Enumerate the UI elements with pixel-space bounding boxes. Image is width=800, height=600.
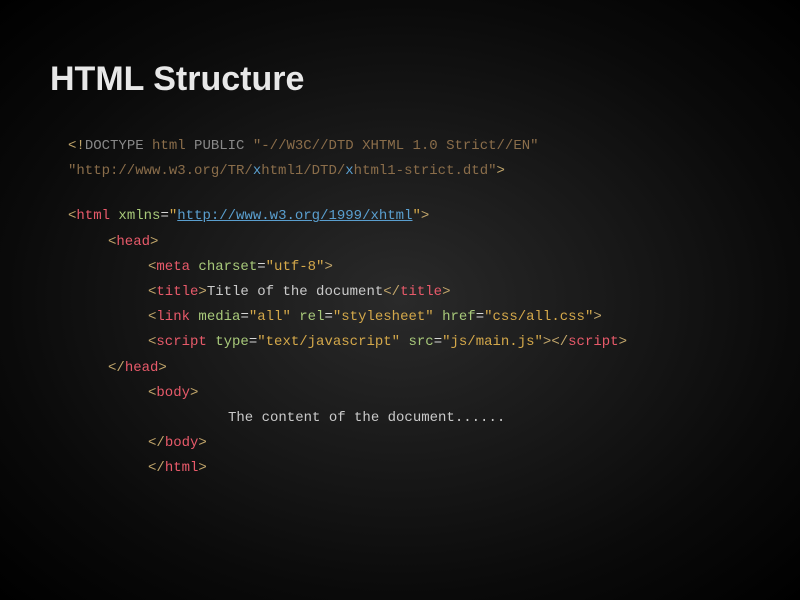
code-line: The content of the document...... [68,406,800,431]
code-line: </html> [68,456,800,481]
code-line: <body> [68,381,800,406]
code-line: <head> [68,230,800,255]
xmlns-link[interactable]: http://www.w3.org/1999/xhtml [177,208,412,224]
slide-title: HTML Structure [50,60,800,99]
code-line: <html xmlns="http://www.w3.org/1999/xhtm… [68,204,800,229]
code-line: </head> [68,356,800,381]
code-line: <meta charset="utf-8"> [68,255,800,280]
code-line: <script type="text/javascript" src="js/m… [68,330,800,355]
code-line: <title>Title of the document</title> [68,280,800,305]
code-block: <!DOCTYPE html PUBLIC "-//W3C//DTD XHTML… [50,134,800,481]
code-line: </body> [68,431,800,456]
code-line: <link media="all" rel="stylesheet" href=… [68,305,800,330]
code-line: <!DOCTYPE html PUBLIC "-//W3C//DTD XHTML… [68,134,800,159]
code-line: "http://www.w3.org/TR/xhtml1/DTD/xhtml1-… [68,159,800,184]
